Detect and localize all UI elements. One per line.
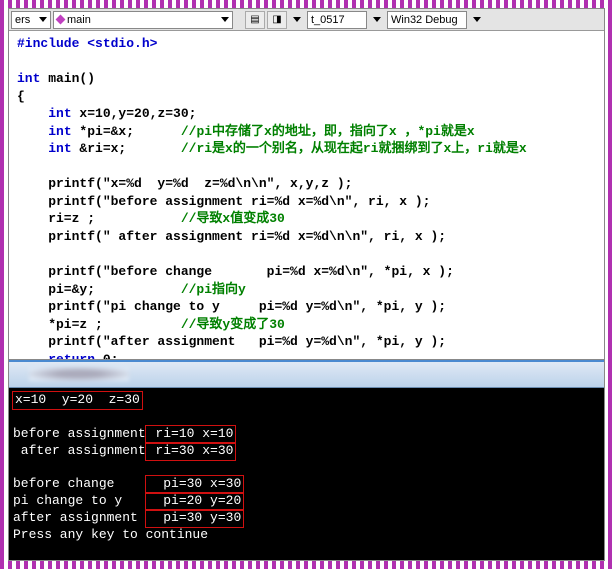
chevron-down-icon: [373, 17, 381, 22]
code-comment: //导致x值变成30: [181, 211, 285, 226]
code-comment: //导致y变成了30: [181, 317, 285, 332]
console-title-blur: [29, 367, 129, 381]
highlight-box: pi=30 x=30: [146, 476, 244, 493]
highlight-box: x=10 y=20 z=30: [13, 392, 142, 409]
code-line: printf("before change pi=%d x=%d\n", *pi…: [17, 264, 454, 279]
code-line: printf("x=%d y=%d z=%d\n\n", x,y,z );: [17, 176, 352, 191]
code-line: #include <stdio.h>: [17, 36, 157, 51]
console-output: x=10 y=20 z=30 before assignment ri=10 x…: [9, 388, 604, 560]
code-text: main(): [40, 71, 95, 86]
console-text: before assignment: [13, 426, 146, 441]
code-text: [17, 352, 48, 360]
code-text: [17, 124, 48, 139]
code-text: x=10,y=20,z=30;: [72, 106, 197, 121]
code-text: 0;: [95, 352, 118, 360]
toolbar-btn-2[interactable]: ◨: [267, 11, 287, 29]
code-line: printf("after assignment pi=%d y=%d\n", …: [17, 334, 446, 349]
highlight-box: pi=20 y=20: [146, 493, 244, 510]
code-line: printf("before assignment ri=%d x=%d\n",…: [17, 194, 430, 209]
highlight-box: ri=10 x=10: [146, 426, 236, 443]
function-dropdown[interactable]: main: [53, 11, 233, 29]
console-text: after assignment: [13, 510, 146, 525]
function-dropdown-text: main: [67, 14, 91, 26]
console-text: before change: [13, 476, 146, 491]
class-dropdown[interactable]: ers: [11, 11, 51, 29]
code-text: &ri=x;: [72, 141, 181, 156]
diamond-icon: [56, 15, 66, 25]
code-text: [17, 106, 48, 121]
code-text: ri=z ;: [17, 211, 181, 226]
code-line: printf("pi change to y pi=%d y=%d\n", *p…: [17, 299, 446, 314]
code-comment: //pi指向y: [181, 282, 246, 297]
console-text: pi change to y: [13, 493, 146, 508]
target-dropdown-text: t_0517: [311, 14, 345, 26]
kw-int: int: [48, 106, 71, 121]
chevron-down-icon: [473, 17, 481, 22]
console-titlebar[interactable]: [9, 362, 604, 388]
kw-return: return: [48, 352, 95, 360]
console-text: Press any key to continue: [13, 527, 208, 542]
kw-int: int: [48, 141, 71, 156]
target-dropdown[interactable]: t_0517: [307, 11, 367, 29]
kw-int: int: [48, 124, 71, 139]
kw-int: int: [17, 71, 40, 86]
toolbar: ers main ▤ ◨ t_0517 Win32 Debug: [9, 9, 604, 31]
code-comment: //ri是x的一个别名，从现在起ri就捆绑到了x上，ri就是x: [181, 141, 527, 156]
code-text: *pi=z ;: [17, 317, 181, 332]
code-text: {: [17, 89, 25, 104]
console-text: after assignment: [13, 443, 146, 458]
class-dropdown-text: ers: [15, 14, 30, 26]
code-text: pi=&y;: [17, 282, 181, 297]
code-text: [17, 141, 48, 156]
highlight-box: ri=30 x=30: [146, 443, 236, 460]
highlight-box: pi=30 y=30: [146, 510, 244, 527]
code-text: *pi=&x;: [72, 124, 181, 139]
chevron-down-icon: [221, 17, 229, 22]
toolbar-btn-1[interactable]: ▤: [245, 11, 265, 29]
code-editor[interactable]: #include <stdio.h> int main() { int x=10…: [9, 31, 604, 360]
console-window: x=10 y=20 z=30 before assignment ri=10 x…: [9, 360, 604, 560]
chevron-down-icon: [39, 17, 47, 22]
chevron-down-icon: [293, 17, 301, 22]
config-dropdown[interactable]: Win32 Debug: [387, 11, 467, 29]
config-dropdown-text: Win32 Debug: [391, 14, 458, 26]
code-comment: //pi中存储了x的地址，即，指向了x ，*pi就是x: [181, 124, 475, 139]
code-line: printf(" after assignment ri=%d x=%d\n\n…: [17, 229, 446, 244]
